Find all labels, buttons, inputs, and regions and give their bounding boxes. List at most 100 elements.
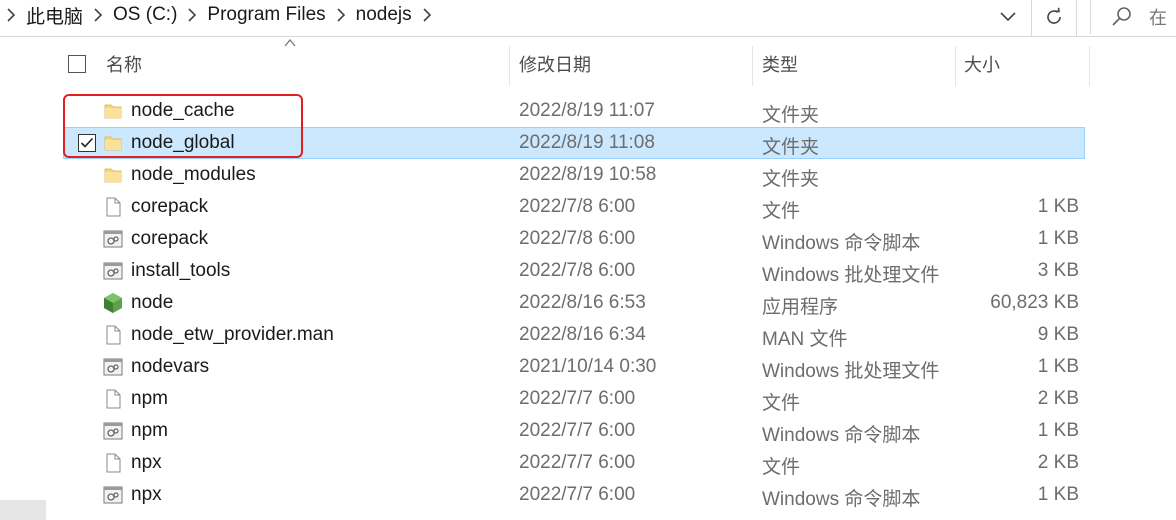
file-row[interactable]: node_global 2022/8/19 11:08 文件夹: [0, 127, 1176, 159]
chevron-right-icon[interactable]: [0, 0, 22, 30]
sort-ascending-icon: [284, 38, 296, 47]
chevron-right-icon[interactable]: [416, 0, 438, 30]
script-icon: [102, 420, 124, 442]
file-type: Windows 命令脚本: [762, 233, 921, 254]
breadcrumb-program-files[interactable]: Program Files: [203, 4, 329, 26]
file-row[interactable]: npx 2022/7/7 6:00 Windows 命令脚本 1 KB: [0, 479, 1176, 511]
file-size: 2 KB: [1037, 452, 1079, 473]
refresh-icon: [1047, 7, 1061, 24]
file-size: 1 KB: [1037, 420, 1079, 441]
file-size: 9 KB: [1037, 324, 1079, 345]
file-row[interactable]: npm 2022/7/7 6:00 文件 2 KB: [0, 383, 1176, 415]
file-type: Windows 命令脚本: [762, 425, 921, 446]
file-type: 文件夹: [762, 169, 820, 190]
file-date: 2021/10/14 0:30: [519, 356, 657, 377]
column-date-modified[interactable]: 修改日期: [519, 44, 591, 84]
breadcrumb-os-drive[interactable]: OS (C:): [109, 4, 181, 26]
file-name: npx: [131, 452, 162, 473]
file-date: 2022/7/7 6:00: [519, 388, 636, 409]
file-name: nodevars: [131, 356, 210, 377]
file-row[interactable]: node 2022/8/16 6:53 应用程序 60,823 KB: [0, 287, 1176, 319]
divider: [1031, 0, 1032, 36]
file-icon: [102, 452, 124, 474]
column-divider[interactable]: [955, 46, 956, 86]
file-date: 2022/7/7 6:00: [519, 484, 636, 505]
file-date: 2022/7/7 6:00: [519, 420, 636, 441]
file-date: 2022/8/16 6:34: [519, 324, 646, 345]
column-name[interactable]: 名称: [106, 44, 142, 84]
file-type: 文件夹: [762, 105, 820, 126]
file-type: 文件: [762, 457, 801, 478]
column-type[interactable]: 类型: [762, 44, 798, 84]
file-name: corepack: [131, 196, 209, 217]
file-type: Windows 命令脚本: [762, 489, 921, 510]
file-date: 2022/7/8 6:00: [519, 260, 636, 281]
chevron-right-icon[interactable]: [330, 0, 352, 30]
file-type: Windows 批处理文件: [762, 361, 940, 382]
folder-icon: [102, 100, 124, 122]
column-header: 名称 修改日期 类型 大小: [48, 38, 1090, 86]
breadcrumb-nodejs[interactable]: nodejs: [352, 4, 416, 26]
file-date: 2022/8/19 11:08: [519, 132, 655, 153]
file-name: node_global: [131, 132, 235, 153]
file-type: 文件: [762, 201, 801, 222]
file-name: node: [131, 292, 174, 313]
file-size: 60,823 KB: [990, 292, 1079, 313]
file-row[interactable]: node_modules 2022/8/19 10:58 文件夹: [0, 159, 1176, 191]
file-date: 2022/7/7 6:00: [519, 452, 636, 473]
file-size: 1 KB: [1037, 196, 1079, 217]
file-row[interactable]: corepack 2022/7/8 6:00 文件 1 KB: [0, 191, 1176, 223]
file-date: 2022/7/8 6:00: [519, 228, 636, 249]
column-divider[interactable]: [509, 46, 510, 86]
file-icon: [102, 196, 124, 218]
chevron-right-icon[interactable]: [87, 0, 109, 30]
file-date: 2022/8/16 6:53: [519, 292, 646, 313]
file-name: npx: [131, 484, 162, 505]
file-date: 2022/7/8 6:00: [519, 196, 636, 217]
file-date: 2022/8/19 10:58: [519, 164, 657, 185]
file-type: 应用程序: [762, 297, 839, 318]
file-name: install_tools: [131, 260, 231, 281]
breadcrumb-this-pc[interactable]: 此电脑: [22, 2, 87, 29]
folder-icon: [102, 164, 124, 186]
file-name: node_modules: [131, 164, 256, 185]
refresh-button[interactable]: [1040, 4, 1068, 30]
search-input[interactable]: 在: [1090, 0, 1176, 34]
file-row[interactable]: nodevars 2021/10/14 0:30 Windows 批处理文件 1…: [0, 351, 1176, 383]
chevron-down-icon: [1000, 12, 1016, 22]
script-icon: [102, 484, 124, 506]
script-icon: [102, 260, 124, 282]
column-divider[interactable]: [752, 46, 753, 86]
script-icon: [102, 228, 124, 250]
file-row[interactable]: install_tools 2022/7/8 6:00 Windows 批处理文…: [0, 255, 1176, 287]
file-size: 3 KB: [1037, 260, 1079, 281]
divider: [1076, 0, 1077, 36]
node-app-icon: [102, 292, 124, 314]
column-divider[interactable]: [1089, 46, 1090, 86]
row-checkbox[interactable]: [78, 134, 96, 152]
file-name: node_etw_provider.man: [131, 324, 334, 345]
checkmark-icon: [80, 137, 94, 148]
file-row[interactable]: node_etw_provider.man 2022/8/16 6:34 MAN…: [0, 319, 1176, 351]
file-type: Windows 批处理文件: [762, 265, 940, 286]
address-history-dropdown[interactable]: [994, 4, 1022, 30]
file-size: 1 KB: [1037, 228, 1079, 249]
search-icon: [1112, 7, 1131, 26]
file-row[interactable]: corepack 2022/7/8 6:00 Windows 命令脚本 1 KB: [0, 223, 1176, 255]
file-type: 文件夹: [762, 137, 820, 158]
file-row[interactable]: npm 2022/7/7 6:00 Windows 命令脚本 1 KB: [0, 415, 1176, 447]
file-row[interactable]: node_cache 2022/8/19 11:07 文件夹: [0, 95, 1176, 127]
file-name: corepack: [131, 228, 209, 249]
folder-icon: [102, 132, 124, 154]
column-size[interactable]: 大小: [964, 44, 1000, 84]
file-size: 1 KB: [1037, 356, 1079, 377]
file-size: 2 KB: [1037, 388, 1079, 409]
file-date: 2022/8/19 11:07: [519, 100, 655, 121]
chevron-right-icon[interactable]: [181, 0, 203, 30]
file-icon: [102, 324, 124, 346]
script-icon: [102, 356, 124, 378]
file-name: npm: [131, 420, 168, 441]
file-row[interactable]: npx 2022/7/7 6:00 文件 2 KB: [0, 447, 1176, 479]
file-icon: [102, 388, 124, 410]
select-all-checkbox[interactable]: [68, 55, 86, 73]
